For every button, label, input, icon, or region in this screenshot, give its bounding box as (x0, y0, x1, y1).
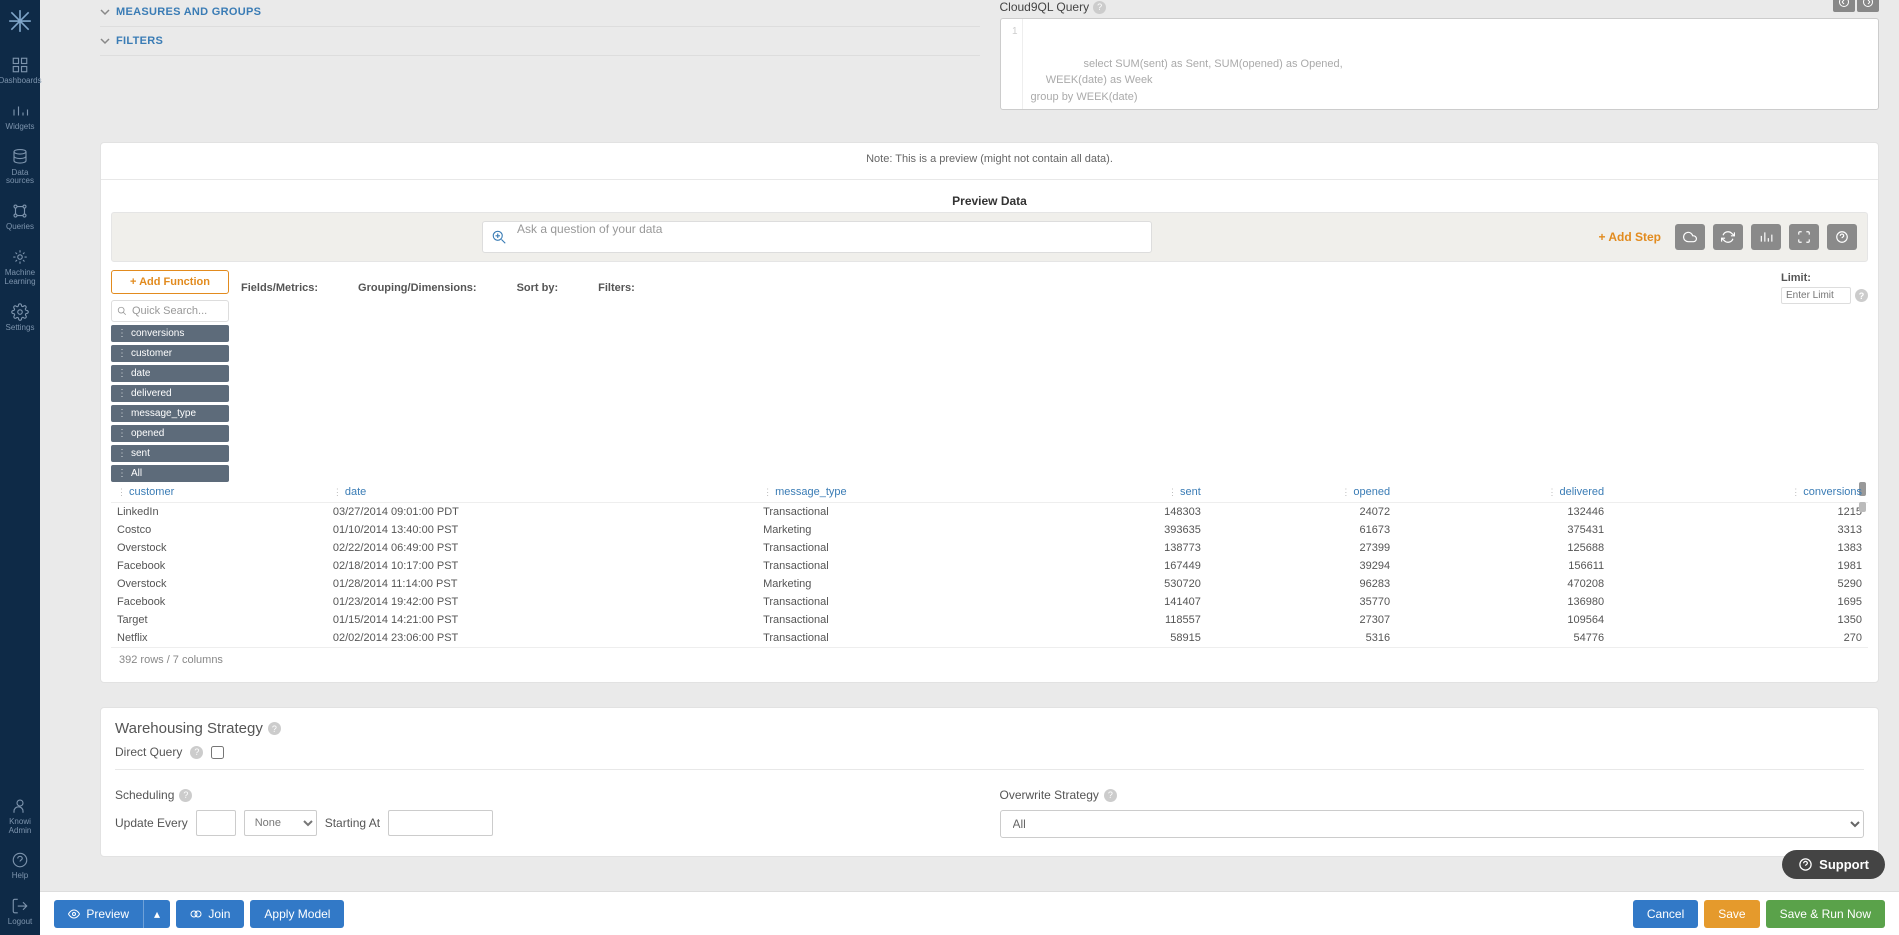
help-icon[interactable]: ? (1104, 789, 1117, 802)
table-row[interactable]: Facebook02/18/2014 10:17:00 PSTTransacti… (111, 557, 1868, 575)
cloud9-editor[interactable]: 1 select SUM(sent) as Sent, SUM(opened) … (1000, 18, 1880, 110)
column-header[interactable]: sent (1055, 482, 1207, 503)
field-pill[interactable]: delivered (111, 385, 229, 402)
nav-queries[interactable]: Queries (0, 194, 40, 240)
cancel-button[interactable]: Cancel (1633, 900, 1698, 928)
join-icon (190, 908, 202, 920)
vertical-scrollbar[interactable] (1859, 502, 1866, 512)
collapse-filters[interactable]: FILTERS (100, 29, 980, 53)
save-button[interactable]: Save (1704, 900, 1759, 928)
field-pill[interactable]: customer (111, 345, 229, 362)
limit-input[interactable] (1781, 287, 1851, 304)
table-footer: 392 rows / 7 columns (111, 647, 1868, 672)
add-step-button[interactable]: + Add Step (1598, 230, 1661, 244)
table-row[interactable]: Costco01/10/2014 13:40:00 PSTMarketing39… (111, 521, 1868, 539)
cloud9-label: Cloud9QL Query ? (1000, 0, 1880, 14)
column-header[interactable]: message_type (757, 482, 1055, 503)
nav-datasources[interactable]: Data sources (0, 140, 40, 195)
nav-widgets[interactable]: Widgets (0, 94, 40, 140)
help-icon[interactable]: ? (1855, 289, 1868, 302)
search-icon (117, 306, 127, 316)
overwrite-select[interactable]: All (1000, 810, 1865, 838)
sidebar: Dashboards Widgets Data sources Queries … (0, 0, 40, 935)
field-pill[interactable]: message_type (111, 405, 229, 422)
label-grouping: Grouping/Dimensions: (358, 282, 477, 294)
refresh-button[interactable] (1713, 224, 1743, 250)
preview-dropdown[interactable]: ▴ (143, 900, 170, 928)
chevron-down-icon (100, 36, 110, 46)
chart-button[interactable] (1751, 224, 1781, 250)
table-row[interactable]: Netflix02/02/2014 23:06:00 PSTTransactio… (111, 629, 1868, 647)
overwrite-title: Overwrite Strategy (1000, 788, 1099, 802)
field-pill[interactable]: All (111, 465, 229, 482)
nav-settings[interactable]: Settings (0, 295, 40, 341)
table-row[interactable]: Facebook01/23/2014 19:42:00 PSTTransacti… (111, 593, 1868, 611)
field-pill[interactable]: date (111, 365, 229, 382)
direct-query-checkbox[interactable] (211, 746, 224, 759)
nav-ml[interactable]: Machine Learning (0, 240, 40, 295)
label-filters: Filters: (598, 282, 635, 294)
redo-button[interactable] (1857, 0, 1879, 12)
label-limit: Limit: (1781, 272, 1868, 284)
starting-at-input[interactable] (388, 810, 493, 836)
nav-logout[interactable]: Logout (0, 889, 40, 935)
collapse-measures[interactable]: MEASURES AND GROUPS (100, 0, 980, 24)
column-header[interactable]: date (327, 482, 757, 503)
direct-query-row: Direct Query ? (115, 745, 1864, 759)
logo-icon (7, 8, 33, 34)
label-sort: Sort by: (517, 282, 559, 294)
chat-icon (491, 229, 509, 247)
field-pill[interactable]: conversions (111, 325, 229, 342)
column-header[interactable]: delivered (1396, 482, 1610, 503)
label-fields: Fields/Metrics: (241, 282, 318, 294)
column-header[interactable]: conversions (1610, 482, 1868, 503)
help-icon[interactable]: ? (179, 789, 192, 802)
table-row[interactable]: Overstock01/28/2014 11:14:00 PSTMarketin… (111, 575, 1868, 593)
quick-search-input[interactable]: Quick Search... (111, 300, 229, 322)
join-button[interactable]: Join (176, 900, 244, 928)
preview-panel: Note: This is a preview (might not conta… (100, 142, 1879, 683)
preview-note: Note: This is a preview (might not conta… (101, 149, 1878, 169)
eye-icon (68, 908, 80, 920)
update-every-input[interactable] (196, 810, 236, 836)
nav-help[interactable]: Help (0, 843, 40, 889)
add-function-button[interactable]: + Add Function (111, 270, 229, 294)
field-pill[interactable]: opened (111, 425, 229, 442)
table-row[interactable]: Target01/15/2014 14:21:00 PSTTransaction… (111, 611, 1868, 629)
starting-at-label: Starting At (325, 816, 380, 830)
preview-button[interactable]: Preview (54, 900, 143, 928)
undo-button[interactable] (1833, 0, 1855, 12)
field-pill[interactable]: sent (111, 445, 229, 462)
support-button[interactable]: Support (1782, 850, 1885, 879)
apply-model-button[interactable]: Apply Model (250, 900, 344, 928)
preview-table: customerdatemessage_typesentopeneddelive… (111, 482, 1868, 647)
ask-input[interactable]: Ask a question of your data (482, 221, 1152, 253)
expand-button[interactable] (1789, 224, 1819, 250)
warehousing-title: Warehousing Strategy? (115, 720, 1864, 737)
table-row[interactable]: Overstock02/22/2014 06:49:00 PSTTransact… (111, 539, 1868, 557)
column-header[interactable]: customer (111, 482, 327, 503)
help-icon[interactable]: ? (190, 746, 203, 759)
help-button[interactable] (1827, 224, 1857, 250)
table-row[interactable]: LinkedIn03/27/2014 09:01:00 PDTTransacti… (111, 503, 1868, 522)
help-icon[interactable]: ? (268, 722, 281, 735)
update-every-label: Update Every (115, 816, 188, 830)
preview-title: Preview Data (101, 190, 1878, 212)
chevron-down-icon (100, 7, 110, 17)
update-unit-select[interactable]: None (244, 810, 317, 836)
nav-admin[interactable]: Knowi Admin (0, 789, 40, 844)
cloud-button[interactable] (1675, 224, 1705, 250)
footer-bar: Preview ▴ Join Apply Model Cancel Save S… (40, 891, 1899, 935)
scheduling-title: Scheduling (115, 788, 174, 802)
column-header[interactable]: opened (1207, 482, 1396, 503)
help-icon[interactable]: ? (1093, 1, 1106, 14)
nav-dashboards[interactable]: Dashboards (0, 48, 40, 94)
help-icon (1798, 857, 1813, 872)
save-run-button[interactable]: Save & Run Now (1766, 900, 1885, 928)
